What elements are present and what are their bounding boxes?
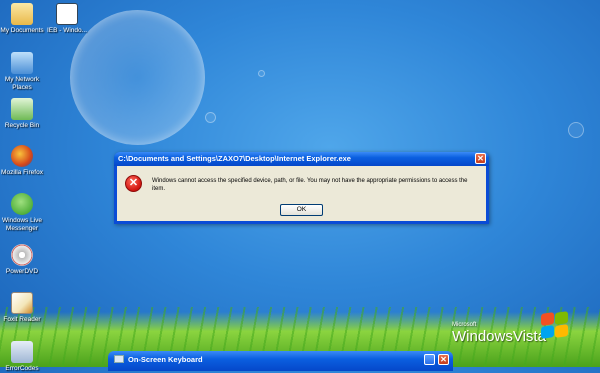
powerdvd-icon <box>11 244 33 266</box>
dialog-close-button[interactable]: ✕ <box>475 153 486 164</box>
desktop-icon-label: Foxit Reader <box>3 316 41 323</box>
desktop-icon-label: Windows Live Messenger <box>1 217 43 232</box>
desktop-icon-label: IEB - Windo... <box>46 27 88 34</box>
desktop-icon-error-codes[interactable]: ErrorCodes <box>0 341 44 373</box>
desktop-icon-my-network-places[interactable]: My Network Places <box>0 52 44 92</box>
desktop-icon-label: Mozilla Firefox <box>1 169 43 176</box>
ok-button[interactable]: OK <box>280 204 323 216</box>
windows-flag-icon <box>541 311 569 339</box>
product-label: WindowsVista <box>452 328 546 345</box>
wallpaper-bubble <box>568 122 584 138</box>
dialog-title: C:\Documents and Settings\ZAXO7\Desktop\… <box>118 154 351 163</box>
messenger-icon <box>11 193 33 215</box>
osk-title: On-Screen Keyboard <box>128 355 203 364</box>
window-shortcut-icon <box>56 3 78 25</box>
recycle-bin-icon <box>11 98 33 120</box>
osk-minimize-button[interactable] <box>424 354 435 365</box>
foxit-reader-icon <box>11 292 33 314</box>
desktop-icon-mozilla-firefox[interactable]: Mozilla Firefox <box>0 145 44 177</box>
desktop-icon-foxit-reader[interactable]: Foxit Reader <box>0 292 44 324</box>
desktop-icon-label: Recycle Bin <box>4 122 40 129</box>
windows-vista-branding: Microsoft WindowsVista <box>452 322 546 345</box>
keyboard-icon <box>114 355 124 363</box>
dialog-body: ✕ Windows cannot access the specified de… <box>117 166 486 221</box>
error-icon: ✕ <box>125 175 142 192</box>
error-codes-icon <box>11 341 33 363</box>
wallpaper-orb <box>70 10 205 145</box>
desktop-icon-label: ErrorCodes <box>5 365 39 372</box>
dialog-message: Windows cannot access the specified devi… <box>152 178 468 192</box>
desktop-icon-label: My Documents <box>0 27 44 34</box>
error-dialog: C:\Documents and Settings\ZAXO7\Desktop\… <box>114 152 489 224</box>
desktop-icon-windows-live-messenger[interactable]: Windows Live Messenger <box>0 193 44 233</box>
desktop-icon-label: PowerDVD <box>5 268 39 275</box>
firefox-icon <box>11 145 33 167</box>
network-places-icon <box>11 52 33 74</box>
wallpaper-bubble <box>258 70 265 77</box>
desktop-icon-recycle-bin[interactable]: Recycle Bin <box>0 98 44 130</box>
dialog-titlebar[interactable]: C:\Documents and Settings\ZAXO7\Desktop\… <box>114 152 489 166</box>
desktop-icon-my-documents[interactable]: My Documents <box>0 3 44 35</box>
osk-close-button[interactable]: ✕ <box>438 354 449 365</box>
desktop-icon-label: My Network Places <box>4 76 40 91</box>
desktop-icon-ieb-window[interactable]: IEB - Windo... <box>46 3 88 35</box>
folder-documents-icon <box>11 3 33 25</box>
desktop-icon-powerdvd[interactable]: PowerDVD <box>0 244 44 276</box>
wallpaper-bubble <box>205 112 216 123</box>
on-screen-keyboard-window[interactable]: On-Screen Keyboard ✕ <box>108 351 453 371</box>
